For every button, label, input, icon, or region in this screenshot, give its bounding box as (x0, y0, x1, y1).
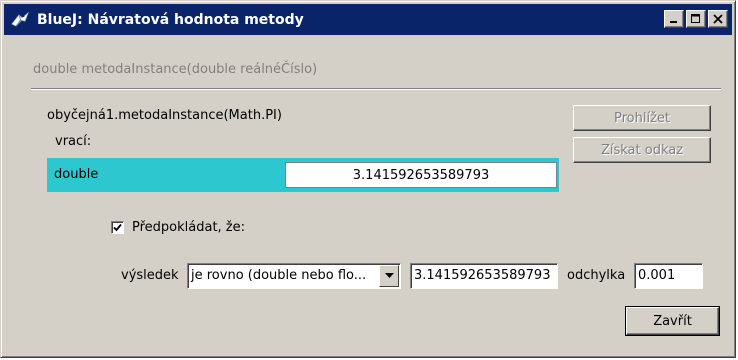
title-bar[interactable]: BlueJ: Návratová hodnota metody (4, 4, 732, 35)
close-icon (713, 14, 723, 24)
minimize-icon (670, 21, 677, 23)
method-signature: double metodaInstance(double reálnéČíslo… (33, 62, 318, 77)
assert-checkbox[interactable] (111, 221, 124, 234)
tolerance-field[interactable]: 0.001 (634, 263, 703, 289)
result-type: double (54, 167, 99, 182)
maximize-button[interactable] (686, 10, 706, 28)
returns-label: vrací: (55, 134, 92, 149)
comparison-select[interactable]: je rovno (double nebo flo... (187, 263, 401, 289)
assert-checkbox-row[interactable]: Předpokládat, že: (111, 220, 245, 235)
separator (31, 88, 721, 90)
maximize-icon (691, 14, 700, 23)
close-button[interactable] (708, 10, 728, 28)
tolerance-label: odchylka (567, 268, 626, 283)
call-expression: obyčejná1.metodaInstance(Math.PI) (47, 108, 282, 123)
chevron-down-icon (384, 273, 394, 278)
result-row[interactable]: double 3.141592653589793 (47, 158, 559, 192)
assert-checkbox-label: Předpokládat, že: (132, 220, 246, 235)
expected-value-field[interactable]: 3.141592653589793 (410, 263, 558, 289)
close-dialog-button[interactable]: Zavřít (626, 307, 719, 335)
window-title: BlueJ: Návratová hodnota metody (37, 11, 304, 28)
dropdown-arrow-button[interactable] (379, 265, 399, 287)
inspect-button[interactable]: Prohlížet (573, 105, 711, 131)
result-value-field: 3.141592653589793 (285, 162, 557, 188)
method-result-dialog: BlueJ: Návratová hodnota metody double m… (0, 0, 736, 358)
checkmark-icon (113, 223, 122, 232)
comparison-selected-value: je rovno (double nebo flo... (191, 268, 367, 283)
get-reference-button[interactable]: Získat odkaz (573, 137, 711, 163)
result-label: výsledek (121, 268, 179, 283)
minimize-button[interactable] (664, 10, 684, 28)
bluej-bird-icon (9, 9, 31, 31)
